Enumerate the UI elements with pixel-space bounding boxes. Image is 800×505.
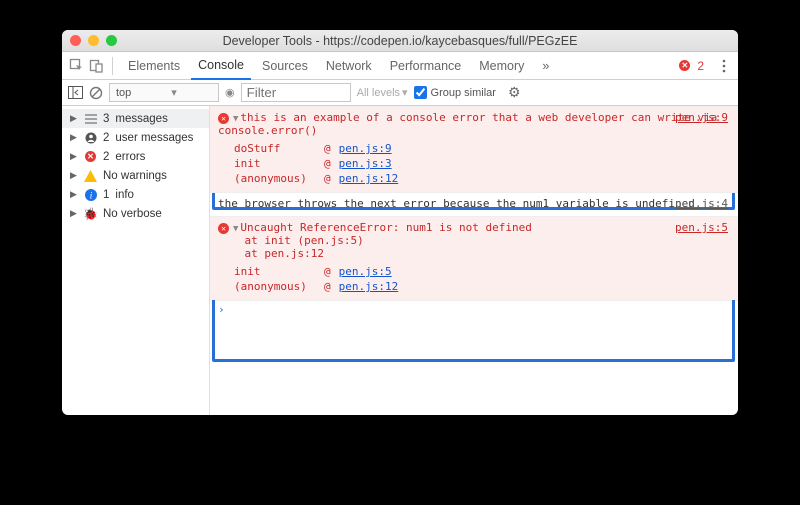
source-link[interactable]: pen.js:3: [339, 157, 392, 170]
source-link[interactable]: pen.js:9: [339, 142, 392, 155]
stack-frame: init@ pen.js:5: [218, 264, 730, 279]
context-value: top: [116, 87, 131, 99]
console-sidebar: ▶ 3 messages ▶ 2 user messages ▶ ✕ 2 err…: [62, 106, 210, 415]
tab-memory[interactable]: Memory: [472, 52, 531, 80]
console-output: pen.js:9 ✕▼this is an example of a conso…: [210, 106, 738, 415]
console-entry-error[interactable]: pen.js:9 ✕ ▼this is an example of a conso…: [210, 106, 738, 192]
console-toolbar: top ▾ ◉ All levels ▾ Group similar ⚙: [62, 80, 738, 106]
titlebar: Developer Tools - https://codepen.io/kay…: [62, 30, 738, 52]
tab-console[interactable]: Console: [191, 52, 251, 80]
error-message: this is an example of a console error th…: [218, 111, 724, 137]
context-select[interactable]: top ▾: [109, 83, 219, 102]
sidebar-item-user-messages[interactable]: ▶ 2 user messages: [62, 128, 209, 147]
error-count: 2: [697, 59, 704, 73]
tab-elements[interactable]: Elements: [121, 52, 187, 80]
error-icon: ✕: [218, 113, 229, 124]
sidebar-toggle-icon[interactable]: [68, 86, 83, 99]
error-count-badge[interactable]: ✕ 2: [679, 59, 704, 73]
stack-frame: init@ pen.js:3: [218, 156, 730, 171]
group-similar-checkbox[interactable]: Group similar: [414, 86, 496, 99]
stack-frame: (anonymous)@ pen.js:12: [218, 279, 730, 294]
clear-console-icon[interactable]: [89, 86, 103, 100]
window-title: Developer Tools - https://codepen.io/kay…: [62, 34, 738, 48]
tabbar: Elements Console Sources Network Perform…: [62, 52, 738, 80]
chevron-right-icon: ▶: [70, 151, 78, 162]
stack-frame: doStuff@ pen.js:9: [218, 141, 730, 156]
warn-icon: [84, 169, 97, 182]
user-icon: [84, 131, 97, 144]
sidebar-item-messages[interactable]: ▶ 3 messages: [62, 109, 209, 128]
log-message: the browser throws the next error becaus…: [218, 197, 695, 210]
tab-network[interactable]: Network: [319, 52, 379, 80]
sidebar-item-warnings[interactable]: ▶ No warnings: [62, 166, 209, 185]
chevron-right-icon: ▶: [70, 113, 78, 124]
chevron-right-icon: ▶: [70, 189, 78, 200]
tab-performance[interactable]: Performance: [383, 52, 469, 80]
traffic-lights: [70, 35, 117, 46]
stack-trace: doStuff@ pen.js:9 init@ pen.js:3 (anonym…: [218, 141, 730, 186]
filter-input[interactable]: [241, 83, 351, 102]
info-icon: i: [84, 188, 97, 201]
sidebar-item-info[interactable]: ▶ i 1 info: [62, 185, 209, 204]
console-entry-error[interactable]: pen.js:5 ✕ ▼Uncaught ReferenceError: num1…: [210, 216, 738, 300]
source-link[interactable]: pen.js:12: [339, 280, 399, 293]
tab-sources[interactable]: Sources: [255, 52, 315, 80]
bug-icon: 🐞: [84, 207, 97, 220]
chevron-down-icon: ▾: [402, 86, 408, 99]
chevron-right-icon: ▶: [70, 170, 78, 181]
chevron-down-icon[interactable]: ▼: [233, 114, 238, 124]
error-icon: ✕: [679, 60, 690, 71]
chevron-down-icon: ▾: [171, 86, 177, 99]
levels-select[interactable]: All levels ▾: [357, 86, 408, 99]
error-message: Uncaught ReferenceError: num1 is not def…: [218, 221, 532, 260]
chevron-down-icon[interactable]: ▼: [233, 224, 238, 234]
kebab-menu-icon[interactable]: [716, 59, 732, 73]
list-icon: [84, 112, 97, 125]
error-icon: ✕: [218, 223, 229, 234]
source-link[interactable]: pen.js:9: [675, 111, 728, 124]
source-link[interactable]: pen.js:5: [675, 221, 728, 234]
devtools-window: Developer Tools - https://codepen.io/kay…: [62, 30, 738, 415]
device-toggle-icon[interactable]: [88, 58, 104, 73]
source-link[interactable]: pen.js:4: [675, 197, 728, 210]
source-link[interactable]: pen.js:5: [339, 265, 392, 278]
zoom-icon[interactable]: [106, 35, 117, 46]
chevron-right-icon: ▶: [70, 208, 78, 219]
sidebar-item-errors[interactable]: ▶ ✕ 2 errors: [62, 147, 209, 166]
source-link[interactable]: pen.js:12: [339, 172, 399, 185]
tab-overflow[interactable]: »: [535, 52, 556, 80]
chevron-right-icon: ▶: [70, 132, 78, 143]
console-entry-log[interactable]: pen.js:4 the browser throws the next err…: [210, 192, 738, 216]
close-icon[interactable]: [70, 35, 81, 46]
stack-frame: (anonymous)@ pen.js:12: [218, 171, 730, 186]
eye-icon[interactable]: ◉: [225, 86, 235, 99]
console-prompt[interactable]: ›: [210, 300, 738, 318]
inspect-icon[interactable]: [68, 58, 84, 73]
minimize-icon[interactable]: [88, 35, 99, 46]
sidebar-item-verbose[interactable]: ▶ 🐞 No verbose: [62, 204, 209, 223]
error-icon: ✕: [84, 150, 97, 163]
gear-icon[interactable]: ⚙: [508, 84, 521, 101]
stack-trace: init@ pen.js:5 (anonymous)@ pen.js:12: [218, 264, 730, 294]
